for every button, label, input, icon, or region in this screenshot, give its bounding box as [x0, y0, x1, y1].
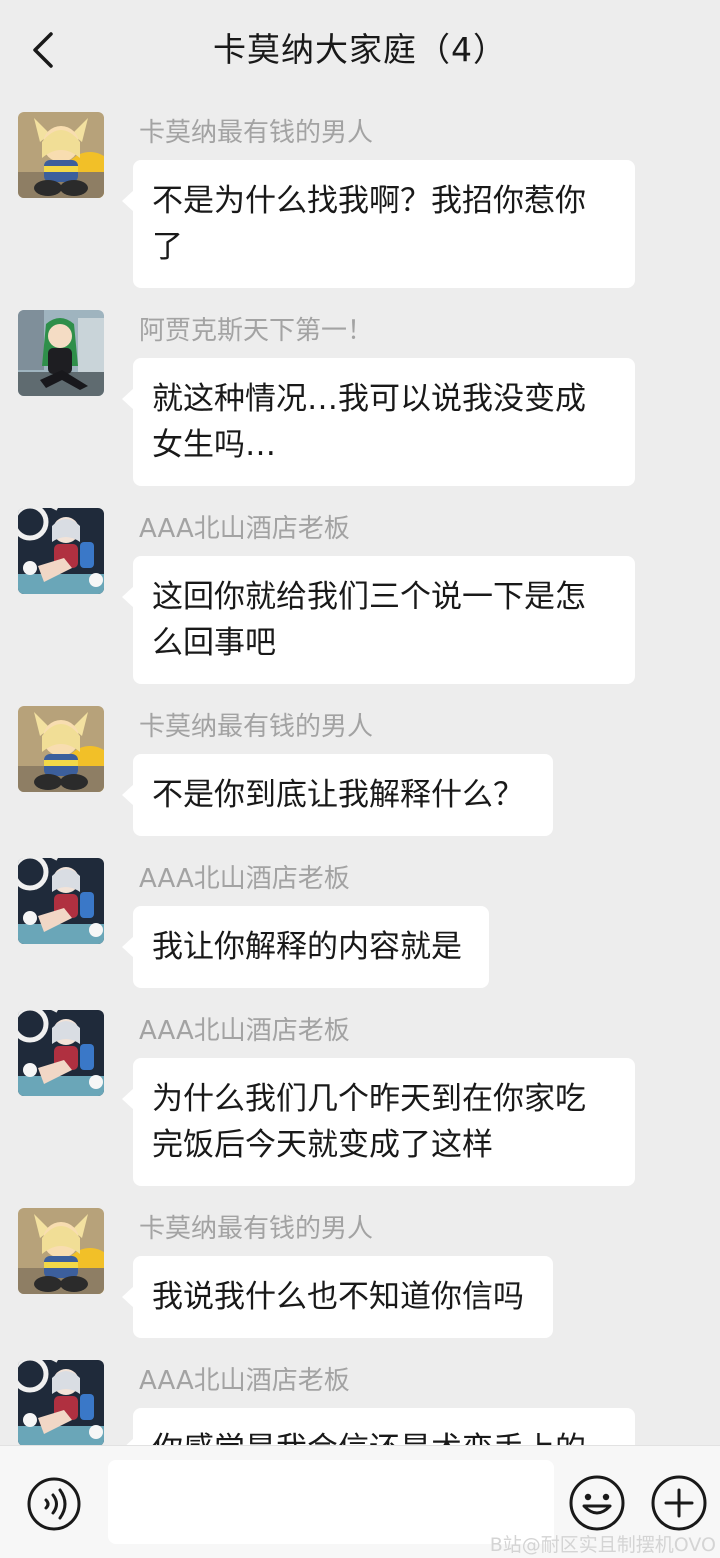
- sender-name: 阿贾克斯天下第一！: [139, 316, 374, 346]
- message-bubble[interactable]: 不是为什么找我啊？我招你惹你了: [122, 160, 635, 288]
- chat-header: 卡莫纳大家庭（4）: [0, 0, 720, 100]
- avatar-silver-hair-girl[interactable]: [18, 1360, 104, 1445]
- sender-name: AAA北山酒店老板: [139, 514, 350, 544]
- sender-name: AAA北山酒店老板: [139, 864, 350, 894]
- message-list[interactable]: 卡莫纳最有钱的男人 不是为什么找我啊？我招你惹你了 阿贾克斯天下第一！ 就这种情…: [0, 0, 720, 1445]
- message-bubble[interactable]: 为什么我们几个昨天到在你家吃完饭后今天就变成了这样: [122, 1058, 635, 1186]
- message-bubble[interactable]: 就这种情况…我可以说我没变成女生吗…: [122, 358, 635, 486]
- sender-name: AAA北山酒店老板: [139, 1366, 350, 1396]
- message-bubble[interactable]: 我让你解释的内容就是: [122, 906, 489, 988]
- sender-name: 卡莫纳最有钱的男人: [139, 712, 374, 742]
- sender-name: 卡莫纳最有钱的男人: [139, 1214, 374, 1244]
- voice-button[interactable]: [26, 1476, 82, 1532]
- message-bubble[interactable]: 这回你就给我们三个说一下是怎么回事吧: [122, 556, 635, 684]
- message-input[interactable]: [108, 1460, 554, 1544]
- avatar-silver-hair-girl[interactable]: [18, 1010, 104, 1096]
- voice-icon: [27, 1477, 81, 1531]
- avatar-blonde-catgirl[interactable]: [18, 112, 104, 198]
- avatar-blonde-catgirl[interactable]: [18, 1208, 104, 1294]
- avatar-silver-hair-girl[interactable]: [18, 858, 104, 944]
- emoji-button[interactable]: [568, 1474, 626, 1532]
- avatar-blonde-catgirl[interactable]: [18, 706, 104, 792]
- avatar-silver-hair-girl[interactable]: [18, 508, 104, 594]
- emoji-icon: [569, 1475, 625, 1531]
- watermark: B站@耐区实且制摆机OVO: [489, 1534, 716, 1556]
- message-bubble[interactable]: 你感觉是我会信还是术变手上的: [122, 1408, 635, 1445]
- message-bubble[interactable]: 我说我什么也不知道你信吗: [122, 1256, 553, 1338]
- chat-title: 卡莫纳大家庭（4）: [213, 30, 507, 69]
- plus-circle-icon: [651, 1475, 707, 1531]
- sender-name: 卡莫纳最有钱的男人: [139, 118, 374, 148]
- message-bubble[interactable]: 不是你到底让我解释什么？: [122, 754, 553, 836]
- avatar-green-hair-girl[interactable]: [18, 310, 104, 396]
- sender-name: AAA北山酒店老板: [139, 1016, 350, 1046]
- more-button[interactable]: [650, 1474, 708, 1532]
